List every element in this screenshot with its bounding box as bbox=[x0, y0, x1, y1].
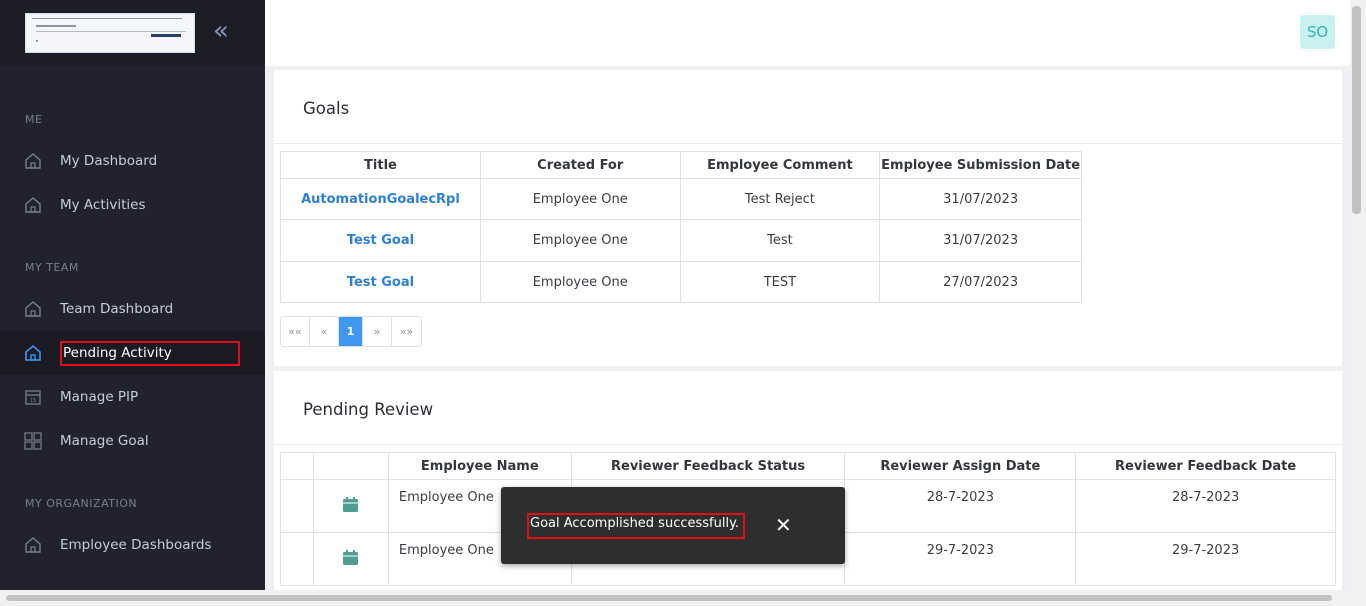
goal-title-link[interactable]: Test Goal bbox=[280, 219, 481, 262]
sidebar-item-employee-dashboards[interactable]: Employee Dashboards bbox=[0, 523, 265, 567]
collapse-sidebar-button[interactable]: « bbox=[205, 18, 237, 46]
table-cell bbox=[312, 479, 389, 533]
horizontal-scrollbar[interactable] bbox=[0, 590, 1366, 606]
column-header: Employee Comment bbox=[679, 151, 881, 179]
home-icon bbox=[25, 153, 41, 169]
prev-page-button[interactable]: « bbox=[310, 317, 339, 346]
assign-date: 29-7-2023 bbox=[844, 532, 1077, 586]
sidebar-item-manage-goal[interactable]: Manage Goal bbox=[0, 419, 265, 463]
column-header: Title bbox=[280, 151, 481, 179]
logo bbox=[25, 13, 195, 53]
column-header: Employee Name bbox=[387, 452, 572, 480]
last-page-button[interactable]: »» bbox=[392, 317, 421, 346]
next-page-button[interactable]: » bbox=[363, 317, 392, 346]
goals-table: Title Created For Employee Comment Emplo… bbox=[280, 151, 1082, 303]
table-cell: 31/07/2023 bbox=[879, 219, 1082, 262]
pagination: «« « 1 » »» bbox=[280, 316, 422, 347]
home-icon bbox=[25, 537, 41, 553]
column-header bbox=[312, 452, 389, 480]
close-icon[interactable]: ✕ bbox=[775, 513, 792, 537]
sidebar-item-label: Employee Dashboards bbox=[60, 537, 212, 553]
scrollbar-thumb[interactable] bbox=[6, 595, 1332, 601]
page-1-button[interactable]: 1 bbox=[339, 317, 363, 346]
sidebar-item-team-dashboard[interactable]: Team Dashboard bbox=[0, 287, 265, 331]
home-icon bbox=[25, 197, 41, 213]
sidebar-item-label: Manage Goal bbox=[60, 433, 149, 449]
vertical-scrollbar[interactable] bbox=[1350, 0, 1366, 606]
divider bbox=[274, 143, 1342, 144]
sidebar-item-my-dashboard[interactable]: My Dashboard bbox=[0, 139, 265, 183]
table-cell: Employee One bbox=[479, 261, 681, 303]
sidebar-item-manage-pip[interactable]: 15 Manage PIP bbox=[0, 375, 265, 419]
column-header: Employee Submission Date bbox=[879, 151, 1082, 179]
sidebar-item-label: Manage PIP bbox=[60, 389, 139, 405]
grid-icon bbox=[24, 432, 42, 450]
home-icon bbox=[25, 301, 41, 317]
section-label-my-organization: MY ORGANIZATION bbox=[25, 497, 138, 510]
sidebar-item-my-activities[interactable]: My Activities bbox=[0, 183, 265, 227]
calendar-icon[interactable] bbox=[342, 549, 359, 566]
divider bbox=[274, 444, 1342, 445]
table-cell: Test Reject bbox=[679, 178, 881, 220]
table-cell: 27/07/2023 bbox=[879, 261, 1082, 303]
column-header: Created For bbox=[479, 151, 681, 179]
feedback-date: 28-7-2023 bbox=[1075, 479, 1336, 533]
goals-title: Goals bbox=[303, 99, 350, 118]
table-row: AutomationGoalecRpl Employee One Test Re… bbox=[280, 178, 1082, 220]
column-header: Reviewer Assign Date bbox=[844, 452, 1077, 480]
table-cell bbox=[280, 532, 314, 586]
calendar-icon: 15 bbox=[25, 390, 41, 405]
sidebar-item-label: Team Dashboard bbox=[60, 301, 174, 317]
pending-review-title: Pending Review bbox=[303, 400, 434, 419]
table-cell bbox=[312, 532, 389, 586]
calendar-icon[interactable] bbox=[342, 496, 359, 513]
scrollbar-thumb[interactable] bbox=[1352, 6, 1361, 214]
section-label-my-team: MY TEAM bbox=[25, 261, 79, 274]
table-cell: 31/07/2023 bbox=[879, 178, 1082, 220]
goal-title-link[interactable]: Test Goal bbox=[280, 261, 481, 303]
sidebar: « ME My Dashboard My Activities MY TEAM … bbox=[0, 0, 265, 606]
toast-notification: Goal Accomplished successfully. ✕ bbox=[501, 487, 845, 564]
avatar[interactable]: SO bbox=[1300, 15, 1335, 49]
assign-date: 28-7-2023 bbox=[844, 479, 1077, 533]
highlight-box bbox=[60, 341, 240, 366]
table-cell bbox=[280, 479, 314, 533]
table-cell: Employee One bbox=[479, 178, 681, 220]
svg-text:15: 15 bbox=[30, 398, 36, 404]
table-cell: Employee One bbox=[479, 219, 681, 262]
table-row: Test Goal Employee One Test 31/07/2023 bbox=[280, 219, 1082, 262]
column-header: Reviewer Feedback Status bbox=[570, 452, 846, 480]
section-label-me: ME bbox=[25, 113, 43, 126]
sidebar-item-label: My Dashboard bbox=[60, 153, 158, 169]
feedback-date: 29-7-2023 bbox=[1075, 532, 1336, 586]
column-header bbox=[280, 452, 314, 480]
sidebar-item-label: My Activities bbox=[60, 197, 146, 213]
top-bar bbox=[265, 0, 1350, 66]
logo-area: « bbox=[0, 0, 265, 66]
table-cell: TEST bbox=[679, 261, 881, 303]
table-cell: Test bbox=[679, 219, 881, 262]
home-icon bbox=[25, 344, 41, 361]
highlight-box bbox=[527, 513, 745, 539]
first-page-button[interactable]: «« bbox=[281, 317, 310, 346]
table-row: Test Goal Employee One TEST 27/07/2023 bbox=[280, 261, 1082, 303]
goal-title-link[interactable]: AutomationGoalecRpl bbox=[280, 178, 481, 220]
column-header: Reviewer Feedback Date bbox=[1075, 452, 1336, 480]
